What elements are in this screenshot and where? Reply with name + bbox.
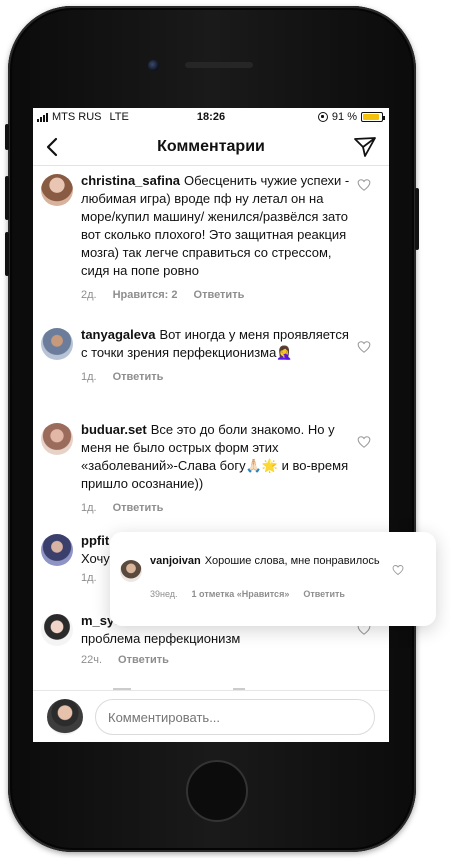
reply-button[interactable]: Ответить xyxy=(194,289,245,301)
comment-meta: 22ч. Ответить xyxy=(81,654,351,666)
avatar[interactable] xyxy=(41,174,73,206)
avatar[interactable] xyxy=(41,614,73,646)
power-button xyxy=(415,188,419,250)
send-icon[interactable] xyxy=(353,135,377,159)
avatar[interactable] xyxy=(41,328,73,360)
comment-time: 2д. xyxy=(81,289,97,301)
comment-username[interactable]: christina_safina xyxy=(81,173,180,188)
comment-body: проблема перфекционизм xyxy=(81,631,241,646)
reply-button[interactable]: Ответить xyxy=(118,654,169,666)
popup-comment-text: vanjoivan Хорошие слова, мне понравилось xyxy=(150,554,380,569)
reply-button[interactable]: Ответить xyxy=(113,502,164,514)
heart-icon[interactable] xyxy=(357,340,371,354)
volume-down-button xyxy=(5,232,9,276)
comment-time: 1д. xyxy=(81,371,97,383)
comment-username[interactable]: tanyagaleva xyxy=(81,327,155,342)
comment-item: tanyagaleva Вот иногда у меня проявляется… xyxy=(33,326,389,383)
phone-screen: MTS RUS LTE 18:26 91 % Комментарии chris… xyxy=(33,108,389,742)
comment-meta: 1д. Ответить xyxy=(81,371,351,383)
comment-username[interactable]: ppfit xyxy=(81,533,109,548)
avatar[interactable] xyxy=(120,560,142,582)
front-camera xyxy=(148,60,159,71)
comment-body: Хочу xyxy=(81,551,110,566)
battery-icon xyxy=(361,112,385,122)
battery-percent: 91 % xyxy=(331,111,357,123)
comment-username[interactable]: buduar.set xyxy=(81,422,147,437)
home-button[interactable] xyxy=(186,760,248,822)
earpiece-speaker xyxy=(185,62,253,68)
comment-text: buduar.set Все это до боли знакомо. Но у … xyxy=(81,421,351,493)
status-right: 91 % xyxy=(317,111,385,123)
user-avatar xyxy=(47,699,83,735)
popup-body: Хорошие слова, мне понравилось xyxy=(204,555,380,567)
comment-input-bar xyxy=(33,690,389,742)
comment-meta: 2д. Нравится: 2 Ответить xyxy=(81,289,351,301)
comment-time: 1д. xyxy=(81,572,97,584)
heart-icon[interactable] xyxy=(357,178,371,192)
volume-up-button xyxy=(5,176,9,220)
comment-time: 22ч. xyxy=(81,654,103,666)
reply-button[interactable]: Ответить xyxy=(113,371,164,383)
comment-time: 1д. xyxy=(81,502,97,514)
rotation-lock-icon xyxy=(317,112,328,122)
page-title: Комментарии xyxy=(157,138,265,155)
comment-item: christina_safina Обесценить чужие успехи … xyxy=(33,172,389,301)
heart-icon[interactable] xyxy=(357,435,371,449)
avatar[interactable] xyxy=(41,423,73,455)
comment-body: Обесценить чужие успехи - любимая игра) … xyxy=(81,173,350,278)
popup-reply-button[interactable]: Ответить xyxy=(303,589,345,599)
comment-likes[interactable]: Нравится: 2 xyxy=(113,289,178,301)
reply-popup-card: vanjoivan Хорошие слова, мне понравилось … xyxy=(110,532,436,626)
comment-text: christina_safina Обесценить чужие успехи … xyxy=(81,172,351,280)
mute-switch xyxy=(5,124,9,150)
popup-likes[interactable]: 1 отметка «Нравится» xyxy=(192,589,290,599)
popup-time: 39нед. xyxy=(150,589,178,599)
comment-meta: 1д. Ответить xyxy=(81,502,351,514)
popup-meta: 39нед. 1 отметка «Нравится» Ответить xyxy=(150,589,345,599)
comment-input[interactable] xyxy=(95,699,375,735)
popup-username[interactable]: vanjoivan xyxy=(150,555,201,567)
heart-icon[interactable] xyxy=(392,564,404,576)
comment-item: buduar.set Все это до боли знакомо. Но у … xyxy=(33,421,389,514)
header: Комментарии xyxy=(33,128,389,166)
comment-text: tanyagaleva Вот иногда у меня проявляется… xyxy=(81,326,351,362)
status-bar: MTS RUS LTE 18:26 91 % xyxy=(33,108,389,128)
avatar[interactable] xyxy=(41,534,73,566)
